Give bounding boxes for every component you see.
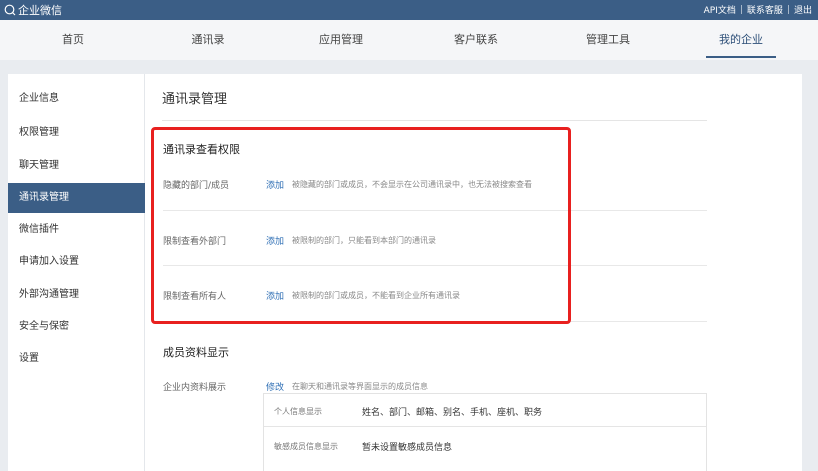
brand-name: 企业微信	[18, 4, 62, 17]
top-bar: 企业微信 API文档 | 联系客服 | 退出	[0, 0, 818, 20]
tab-management-tools[interactable]: 管理工具	[573, 20, 643, 60]
sidebar-item-contacts-management[interactable]: 通讯录管理	[8, 183, 145, 213]
personal-info-label: 个人信息显示	[274, 407, 322, 416]
page-title: 通讯录管理	[162, 92, 228, 107]
member-display-desc: 在聊天和通讯录等界面显示的成员信息	[292, 382, 428, 391]
sensitive-info-value: 暂未设置敏感成员信息	[362, 443, 453, 453]
box-divider	[264, 426, 706, 427]
sidebar-item-external-communication[interactable]: 外部沟通管理	[8, 280, 145, 310]
tab-customer-contact[interactable]: 客户联系	[441, 20, 511, 60]
brand-logo[interactable]: 企业微信	[4, 2, 62, 18]
highlight-annotation-box	[151, 127, 571, 324]
member-display-title: 成员资料显示	[163, 346, 229, 359]
logout-link[interactable]: 退出	[794, 3, 812, 16]
chat-bubble-icon	[4, 4, 16, 16]
sidebar-item-join-settings[interactable]: 申请加入设置	[8, 247, 145, 277]
api-docs-link[interactable]: API文档	[704, 3, 736, 16]
sidebar-item-wechat-plugin[interactable]: 微信插件	[8, 215, 145, 245]
member-display-edit-link[interactable]: 修改	[266, 380, 284, 393]
active-tab-underline	[706, 56, 776, 58]
member-info-box: 个人信息显示 姓名、部门、邮箱、别名、手机、座机、职务 敏感成员信息显示 暂未设…	[263, 393, 707, 471]
tab-contacts[interactable]: 通讯录	[173, 20, 243, 60]
main-nav: 首页 通讯录 应用管理 客户联系 管理工具 我的企业	[0, 20, 818, 60]
link-separator: |	[739, 4, 743, 15]
title-divider	[162, 120, 707, 121]
contact-support-link[interactable]: 联系客服	[747, 3, 783, 16]
tab-home[interactable]: 首页	[38, 20, 108, 60]
sidebar-item-security[interactable]: 安全与保密	[8, 312, 145, 342]
top-links: API文档 | 联系客服 | 退出	[704, 3, 812, 17]
sidebar: 企业信息 权限管理 聊天管理 通讯录管理 微信插件 申请加入设置 外部沟通管理 …	[8, 74, 145, 471]
sidebar-item-enterprise-info[interactable]: 企业信息	[8, 84, 145, 114]
sensitive-info-label: 敏感成员信息显示	[274, 442, 338, 451]
sidebar-item-permissions[interactable]: 权限管理	[8, 118, 145, 148]
personal-info-value: 姓名、部门、邮箱、别名、手机、座机、职务	[362, 408, 543, 418]
tab-my-enterprise[interactable]: 我的企业	[706, 20, 776, 60]
tab-app-management[interactable]: 应用管理	[306, 20, 376, 60]
sidebar-item-chat-management[interactable]: 聊天管理	[8, 151, 145, 181]
link-separator: |	[786, 4, 790, 15]
member-display-label: 企业内资料展示	[163, 383, 227, 393]
sidebar-item-settings[interactable]: 设置	[8, 344, 145, 374]
